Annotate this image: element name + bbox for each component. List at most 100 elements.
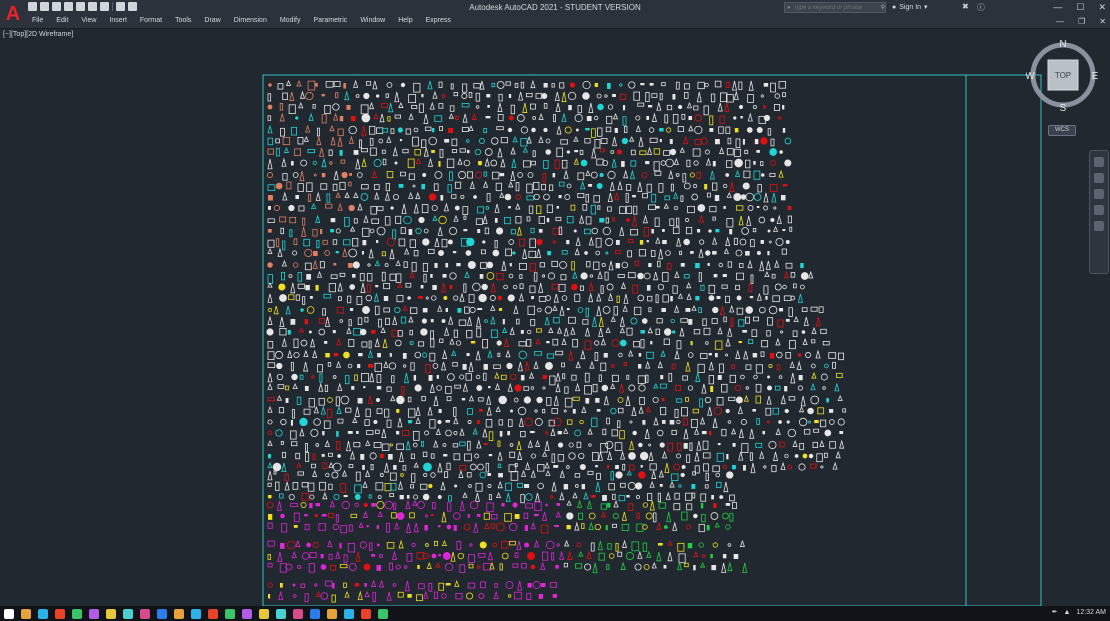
menu-dimension[interactable]: Dimension (234, 17, 267, 24)
open-file-icon[interactable] (40, 2, 49, 11)
compass-north[interactable]: N (1059, 39, 1066, 50)
minimize-icon[interactable]: — (1053, 2, 1062, 13)
audition-icon[interactable] (327, 608, 337, 619)
excel-icon[interactable] (344, 608, 354, 619)
save-as-icon[interactable] (64, 2, 73, 11)
plot-icon[interactable] (100, 2, 109, 11)
navigation-bar[interactable] (1089, 150, 1109, 274)
drawing-restore-icon[interactable]: ❐ (1078, 17, 1085, 26)
pen-icon[interactable]: ✒ (1052, 608, 1058, 616)
zoom-icon[interactable] (1094, 189, 1104, 199)
pdf-icon[interactable] (208, 608, 218, 619)
block-symbol (339, 181, 346, 190)
pan-icon[interactable] (1094, 173, 1104, 183)
maximize-icon[interactable]: ☐ (1076, 2, 1084, 13)
open-web-icon[interactable] (76, 2, 85, 11)
network-icon[interactable]: ▲ (1063, 609, 1070, 616)
opera-icon[interactable] (140, 608, 150, 619)
block-symbol (746, 215, 752, 226)
undo-icon[interactable] (116, 2, 125, 11)
drawing-area[interactable] (0, 28, 1110, 606)
block-symbol (376, 226, 386, 236)
menu-tools[interactable]: Tools (175, 17, 191, 24)
compass-west[interactable]: W (1026, 71, 1035, 82)
file-explorer-icon[interactable] (38, 608, 48, 619)
clock[interactable]: 12:32 AM (1076, 609, 1106, 616)
menu-format[interactable]: Format (140, 17, 162, 24)
block-symbol (710, 93, 716, 103)
viewcube[interactable]: TOP N S E W (1026, 38, 1100, 112)
store-icon[interactable] (72, 608, 82, 619)
menu-insert[interactable]: Insert (109, 17, 127, 24)
menu-parametric[interactable]: Parametric (313, 17, 347, 24)
chrome-icon[interactable] (106, 608, 116, 619)
block-symbol (459, 292, 465, 302)
save-icon[interactable] (52, 2, 61, 11)
block-symbol (577, 193, 585, 198)
block-symbol (508, 180, 514, 188)
drawing-minimize-icon[interactable]: — (1056, 17, 1064, 26)
block-symbol (279, 216, 287, 223)
edge-icon[interactable] (89, 608, 99, 619)
block-symbol (423, 462, 432, 472)
orbit-icon[interactable] (1094, 205, 1104, 215)
telegram-icon[interactable] (191, 608, 201, 619)
block-symbol (344, 217, 350, 227)
menu-modify[interactable]: Modify (280, 17, 301, 24)
word-icon[interactable] (361, 608, 371, 619)
search-icon[interactable]: ⚲ (881, 4, 885, 11)
whatsapp-icon[interactable] (174, 608, 184, 619)
new-file-icon[interactable] (28, 2, 37, 11)
block-symbol (805, 352, 812, 358)
block-symbol (369, 228, 375, 234)
save-web-icon[interactable] (88, 2, 97, 11)
wcs-menu[interactable]: WCS (1048, 125, 1076, 136)
firefox-icon[interactable] (123, 608, 133, 619)
compass-east[interactable]: E (1092, 71, 1099, 82)
navisworks-icon[interactable] (276, 608, 286, 619)
drawing-close-icon[interactable]: ✕ (1099, 17, 1106, 26)
menu-help[interactable]: Help (398, 17, 412, 24)
showmotion-icon[interactable] (1094, 221, 1104, 231)
revit-icon[interactable] (259, 608, 269, 619)
block-symbol (325, 580, 333, 587)
block-symbol (619, 339, 627, 347)
autocad-icon-2[interactable] (242, 608, 252, 619)
drawing-canvas[interactable] (0, 28, 1110, 606)
sign-in[interactable]: ● Sign In ▾ (892, 3, 928, 12)
block-symbol (278, 590, 284, 600)
block-symbol (476, 439, 482, 449)
help-icon[interactable]: ⓘ (977, 2, 985, 13)
autocad-logo-icon[interactable]: A (4, 3, 22, 25)
menu-window[interactable]: Window (360, 17, 385, 24)
menu-view[interactable]: View (81, 17, 96, 24)
onedrive-icon[interactable] (55, 608, 65, 619)
search-box[interactable]: » ⚲ (784, 2, 886, 13)
menu-edit[interactable]: Edit (56, 17, 68, 24)
search-icon[interactable] (21, 608, 31, 619)
full-navigation-wheel-icon[interactable] (1094, 157, 1104, 167)
block-symbol (534, 418, 543, 426)
block-symbol (693, 427, 700, 435)
block-symbol (526, 195, 534, 201)
compass-south[interactable]: S (1060, 103, 1067, 112)
block-symbol (700, 137, 708, 145)
autodesk-store-icon[interactable]: ✖ (962, 2, 969, 13)
redo-icon[interactable] (128, 2, 137, 11)
block-symbol (310, 203, 317, 209)
menu-express[interactable]: Express (426, 17, 451, 24)
menu-draw[interactable]: Draw (204, 17, 220, 24)
menu-file[interactable]: File (32, 17, 43, 24)
block-symbol (507, 294, 515, 302)
windows-start-icon[interactable] (4, 608, 14, 619)
close-icon[interactable]: ✕ (1098, 2, 1106, 13)
photoshop-icon[interactable] (293, 608, 303, 619)
block-symbol (634, 260, 640, 267)
autocad-icon[interactable] (225, 608, 235, 619)
premiere-icon[interactable] (310, 608, 320, 619)
office-icon[interactable] (378, 608, 388, 619)
block-symbol (592, 383, 598, 393)
search-input[interactable] (793, 4, 878, 11)
media-icon[interactable] (157, 608, 167, 619)
viewport-label[interactable]: [−][Top][2D Wireframe] (3, 31, 73, 38)
